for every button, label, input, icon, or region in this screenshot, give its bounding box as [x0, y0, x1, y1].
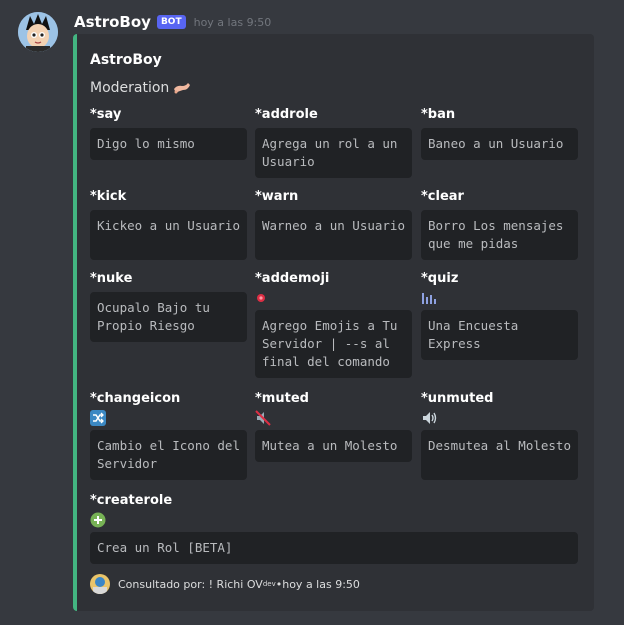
field-value: Digo lo mismo	[90, 128, 247, 160]
footer-superscript: dev	[262, 580, 276, 588]
chart-icon	[421, 290, 578, 306]
field-nuke: *nuke Ocupalo Bajo tu Propio Riesgo	[90, 270, 247, 342]
field-value: Warneo a un Usuario	[255, 210, 412, 260]
footer-avatar-icon	[90, 574, 110, 594]
field-name: *createrole	[90, 493, 173, 508]
bot-tag: BOT	[156, 15, 186, 29]
field-say: *say Digo lo mismo	[90, 106, 247, 160]
field-name: *quiz	[421, 271, 459, 286]
plus-circle-icon	[90, 512, 578, 528]
field-name: *kick	[90, 189, 127, 204]
embed-description: Moderation	[90, 80, 191, 96]
username[interactable]: AstroBoy	[74, 13, 151, 31]
field-name: *unmuted	[421, 391, 494, 406]
field-value: Agrega un rol a un Usuario	[255, 128, 412, 178]
astroboy-avatar-icon	[18, 12, 58, 52]
field-createrole: *createrole Crea un Rol [BETA]	[90, 492, 578, 564]
embed: AstroBoy Moderation *say Digo lo mismo *…	[73, 34, 594, 611]
footer-time: hoy a las 9:50	[282, 577, 360, 591]
message-timestamp[interactable]: hoy a las 9:50	[194, 16, 272, 29]
avatar[interactable]	[18, 12, 58, 52]
field-name: *say	[90, 107, 122, 122]
field-value: Mutea a un Molesto	[255, 430, 412, 462]
field-addemoji: *addemoji Agrego Emojis a Tu Servidor | …	[255, 270, 412, 378]
field-quiz: *quiz Una Encuesta Express	[421, 270, 578, 360]
field-addrole: *addrole Agrega un rol a un Usuario	[255, 106, 412, 178]
field-name: *addrole	[255, 107, 318, 122]
field-name: *ban	[421, 107, 456, 122]
field-name: *clear	[421, 189, 464, 204]
field-value: Kickeo a un Usuario	[90, 210, 247, 260]
field-value: Crea un Rol [BETA]	[90, 532, 578, 564]
field-warn: *warn Warneo a un Usuario	[255, 188, 412, 260]
embed-description-text: Moderation	[90, 80, 170, 96]
field-value: Una Encuesta Express	[421, 310, 578, 360]
field-name: *addemoji	[255, 271, 330, 286]
speaker-icon	[421, 410, 578, 426]
field-value: Agrego Emojis a Tu Servidor | --s al fin…	[255, 310, 412, 378]
footer-text: Consultado por: ! Richi OV	[118, 577, 263, 591]
message-header: AstroBoy BOT hoy a las 9:50	[74, 12, 271, 32]
field-unmuted: *unmuted Desmutea al Molesto	[421, 390, 578, 480]
embed-author: AstroBoy	[90, 52, 162, 68]
field-changeicon: *changeicon Cambio el Icono del Servidor	[90, 390, 247, 480]
field-name: *nuke	[90, 271, 133, 286]
field-name: *changeicon	[90, 391, 181, 406]
embed-footer: Consultado por: ! Richi OV dev • hoy a la…	[90, 574, 360, 594]
field-value: Baneo a un Usuario	[421, 128, 578, 160]
field-value: Borro Los mensajes que me pidas	[421, 210, 578, 260]
field-value: Cambio el Icono del Servidor	[90, 430, 247, 480]
field-muted: *muted Mutea a un Molesto	[255, 390, 412, 462]
field-name: *muted	[255, 391, 309, 406]
muted-speaker-icon	[255, 410, 412, 426]
field-value: Desmutea al Molesto	[421, 430, 578, 480]
field-value: Ocupalo Bajo tu Propio Riesgo	[90, 292, 247, 342]
shuffle-icon	[90, 410, 247, 426]
field-name: *warn	[255, 189, 299, 204]
leg-icon	[173, 81, 191, 95]
field-ban: *ban Baneo a un Usuario	[421, 106, 578, 160]
red-circle-icon	[255, 290, 412, 306]
field-kick: *kick Kickeo a un Usuario	[90, 188, 247, 260]
field-clear: *clear Borro Los mensajes que me pidas	[421, 188, 578, 260]
